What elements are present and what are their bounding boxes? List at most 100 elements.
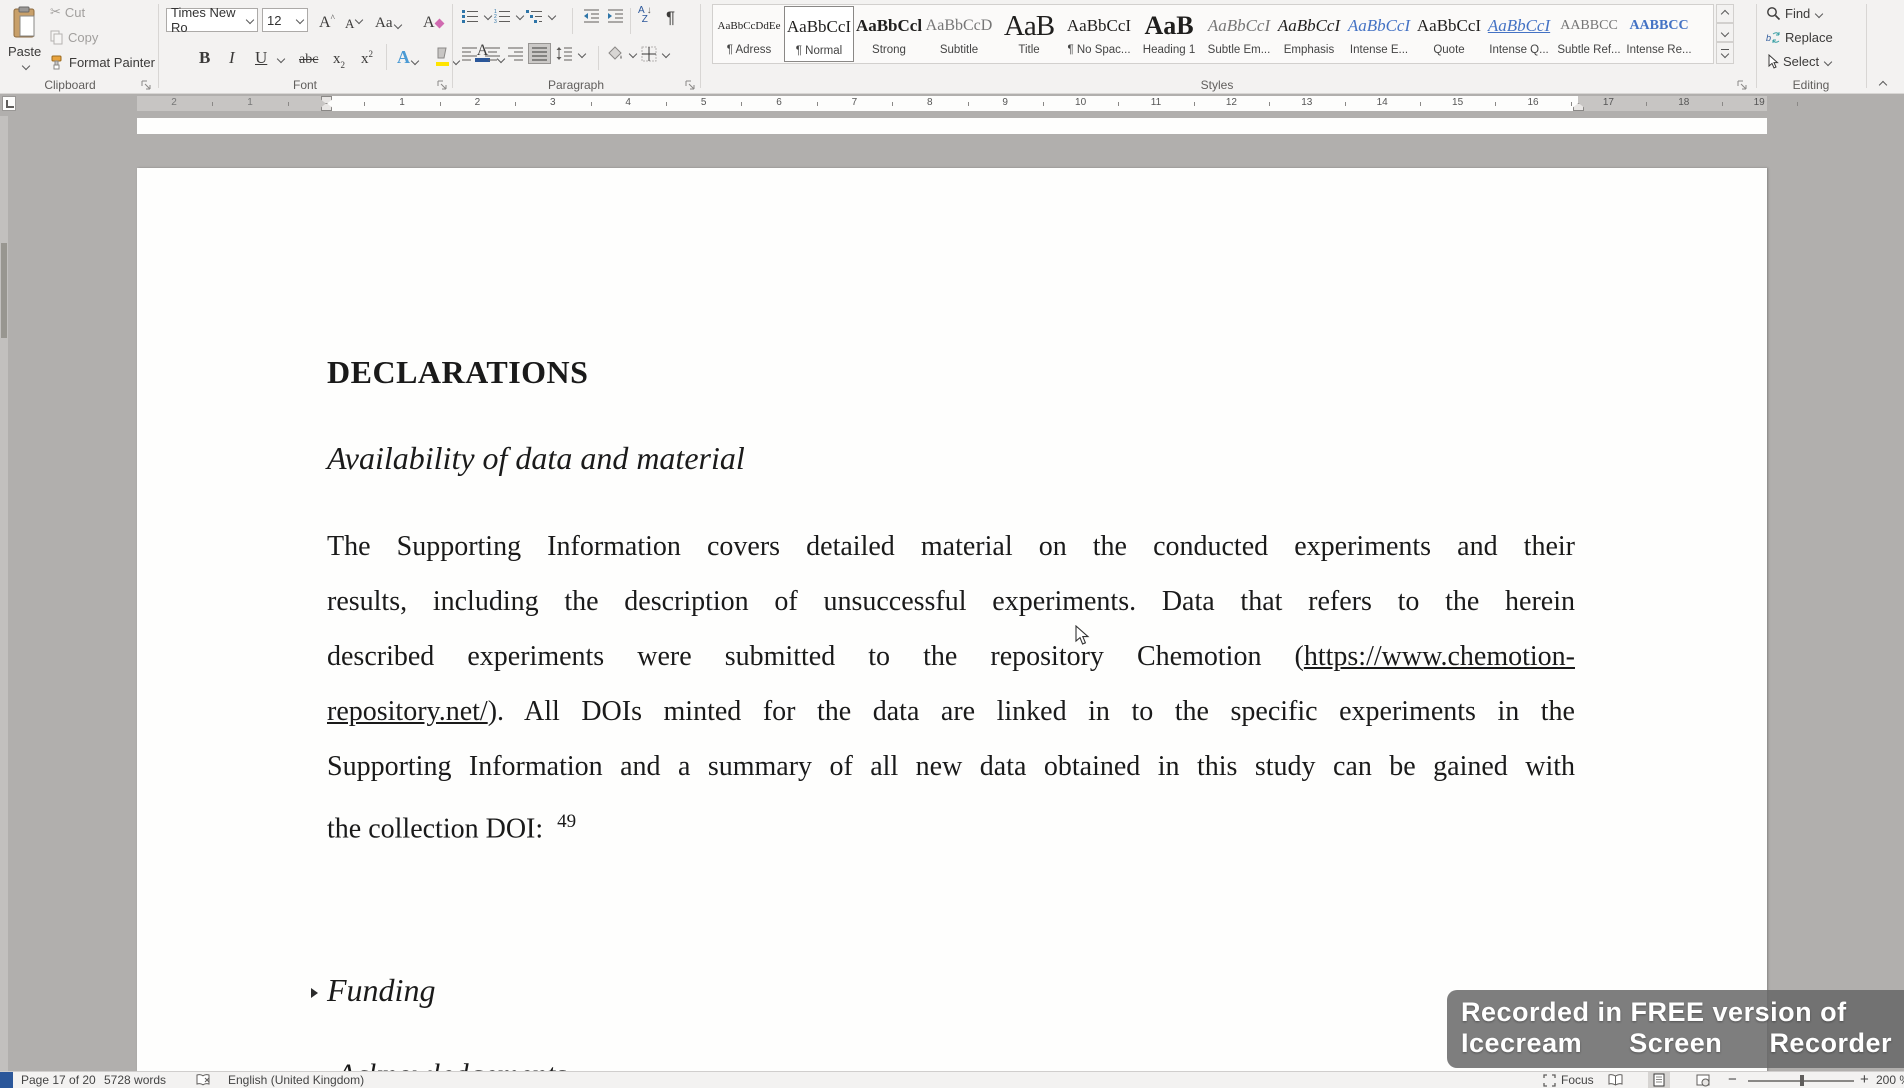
style-heading-1[interactable]: AaBHeading 1 bbox=[1134, 6, 1204, 62]
left-scrollbar-thumb[interactable] bbox=[1, 243, 7, 338]
zoom-in-button[interactable]: + bbox=[1860, 1071, 1869, 1088]
styles-dialog-launcher[interactable] bbox=[1736, 79, 1748, 91]
paste-icon bbox=[11, 6, 39, 40]
doc-text: described experiments were submitted to … bbox=[327, 641, 1304, 672]
change-case-button[interactable]: Aa bbox=[372, 8, 404, 32]
style-quote[interactable]: AaBbCcIQuote bbox=[1414, 6, 1484, 62]
style-name: Heading 1 bbox=[1134, 44, 1204, 56]
superscript-button[interactable]: x2 bbox=[358, 44, 376, 68]
style-subtitle[interactable]: AaBbCcDSubtitle bbox=[924, 6, 994, 62]
style-title[interactable]: AaBTitle bbox=[994, 6, 1064, 62]
shading-icon bbox=[607, 46, 624, 62]
zoom-out-button[interactable]: − bbox=[1728, 1071, 1737, 1088]
replace-button[interactable]: b Replace bbox=[1766, 30, 1833, 45]
style-adress[interactable]: AaBbCcDdEe¶ Adress bbox=[714, 6, 784, 62]
format-painter-button[interactable]: Format Painter bbox=[50, 55, 155, 70]
style-name: Quote bbox=[1414, 44, 1484, 56]
print-layout-button[interactable] bbox=[1648, 1072, 1670, 1088]
read-mode-button[interactable] bbox=[1604, 1072, 1626, 1088]
borders-icon bbox=[641, 46, 657, 62]
align-right-button[interactable] bbox=[507, 46, 524, 61]
clipboard-dialog-launcher[interactable] bbox=[140, 79, 152, 91]
style-emphasis[interactable]: AaBbCcIEmphasis bbox=[1274, 6, 1344, 62]
align-left-button[interactable] bbox=[461, 46, 478, 61]
text-effects-button[interactable]: A bbox=[394, 44, 421, 68]
cut-button[interactable]: ✂ Cut bbox=[50, 5, 85, 20]
left-scrollbar[interactable] bbox=[0, 116, 8, 1072]
align-center-button[interactable] bbox=[484, 46, 501, 61]
change-case-glyph: Aa bbox=[375, 15, 393, 32]
shading-button[interactable] bbox=[607, 46, 636, 62]
highlight-color-button[interactable] bbox=[430, 44, 462, 68]
select-icon bbox=[1766, 54, 1779, 69]
borders-button[interactable] bbox=[641, 46, 669, 62]
subscript-button[interactable]: x2 bbox=[330, 44, 348, 68]
style-subtle-em[interactable]: AaBbCcISubtle Em... bbox=[1204, 6, 1274, 62]
bold-button[interactable]: B bbox=[196, 44, 213, 68]
proofing-status-icon[interactable] bbox=[196, 1074, 212, 1087]
sort-button[interactable]: A↓ Z bbox=[638, 6, 652, 24]
copy-button[interactable]: Copy bbox=[50, 30, 98, 45]
shrink-font-button[interactable]: A bbox=[342, 8, 365, 32]
style-intense-re[interactable]: AABBCCIntense Re... bbox=[1624, 6, 1694, 62]
group-divider bbox=[700, 4, 701, 88]
style-intense-q[interactable]: AaBbCcIIntense Q... bbox=[1484, 6, 1554, 62]
decrease-indent-button[interactable] bbox=[583, 8, 600, 24]
chemotion-link[interactable]: repository.net/ bbox=[327, 696, 488, 727]
underline-dropdown-icon[interactable] bbox=[277, 55, 285, 63]
language-indicator[interactable]: English (United Kingdom) bbox=[228, 1073, 364, 1087]
styles-more-button[interactable] bbox=[1716, 42, 1734, 64]
strikethrough-button[interactable]: abc bbox=[296, 44, 321, 68]
increase-indent-icon bbox=[607, 8, 624, 24]
ruler-number: 9 bbox=[999, 97, 1011, 108]
numbering-button[interactable]: 123 bbox=[493, 8, 523, 24]
document-page[interactable]: DECLARATIONS Availability of data and ma… bbox=[137, 168, 1767, 1072]
ruler-tick bbox=[1118, 102, 1119, 106]
justify-button[interactable] bbox=[528, 43, 551, 64]
underline-button[interactable]: U bbox=[252, 44, 270, 68]
watermark-line1: Recorded in FREE version of bbox=[1461, 997, 1892, 1028]
zoom-level[interactable]: 200 % bbox=[1876, 1073, 1904, 1087]
font-size-combo[interactable]: 12 bbox=[262, 8, 308, 32]
zoom-slider-thumb[interactable] bbox=[1800, 1075, 1804, 1086]
styles-scroll-up-button[interactable] bbox=[1716, 4, 1734, 23]
paste-button[interactable]: Paste bbox=[8, 6, 41, 76]
chemotion-link[interactable]: https://www.chemotion- bbox=[1304, 641, 1575, 672]
style-no-spac[interactable]: AaBbCcI¶ No Spac... bbox=[1064, 6, 1134, 62]
ruler-tick bbox=[741, 102, 742, 106]
italic-button[interactable]: I bbox=[226, 44, 238, 68]
increase-indent-button[interactable] bbox=[607, 8, 624, 24]
font-dialog-launcher[interactable] bbox=[436, 79, 448, 91]
group-divider bbox=[1866, 4, 1867, 88]
ruler[interactable]: 2112345678910111213141516171819 bbox=[137, 96, 1767, 111]
style-gallery: AaBbCcDdEe¶ AdressAaBbCcI¶ NormalAaBbCcl… bbox=[712, 4, 1714, 64]
paragraph-dialog-launcher[interactable] bbox=[684, 79, 696, 91]
style-strong[interactable]: AaBbCclStrong bbox=[854, 6, 924, 62]
grow-font-button[interactable]: A^ bbox=[316, 8, 338, 32]
collapse-ribbon-button[interactable] bbox=[1879, 81, 1887, 89]
web-layout-button[interactable] bbox=[1692, 1072, 1714, 1088]
tab-selector[interactable] bbox=[2, 96, 16, 111]
word-count[interactable]: 5728 words bbox=[104, 1073, 166, 1087]
find-button[interactable]: Find bbox=[1766, 6, 1822, 21]
select-button[interactable]: Select bbox=[1766, 54, 1831, 69]
style-subtle-ref[interactable]: AABBCCSubtle Ref... bbox=[1554, 6, 1624, 62]
ruler-tick bbox=[1571, 102, 1572, 106]
show-marks-button[interactable]: ¶ bbox=[666, 8, 675, 28]
line-spacing-button[interactable] bbox=[556, 46, 585, 61]
style-preview: AaBbCcI bbox=[1064, 9, 1134, 41]
cut-label: Cut bbox=[65, 5, 85, 20]
font-name-combo[interactable]: Times New Ro bbox=[166, 8, 258, 32]
focus-mode-button[interactable]: Focus bbox=[1543, 1073, 1594, 1087]
doc-paragraph-line: the collection DOI:49 bbox=[327, 794, 1575, 849]
style-name: Strong bbox=[854, 44, 924, 56]
clear-formatting-button[interactable]: A bbox=[420, 8, 446, 32]
ruler-tick bbox=[968, 102, 969, 106]
bullets-button[interactable] bbox=[461, 8, 491, 24]
page-indicator[interactable]: Page 17 of 20 bbox=[21, 1073, 96, 1087]
style-intense-e[interactable]: AaBbCcIIntense E... bbox=[1344, 6, 1414, 62]
styles-scroll-down-button[interactable] bbox=[1716, 23, 1734, 42]
collapse-heading-triangle-icon[interactable] bbox=[309, 986, 319, 1000]
style-normal[interactable]: AaBbCcI¶ Normal bbox=[784, 6, 854, 62]
multilevel-list-button[interactable] bbox=[525, 8, 555, 24]
